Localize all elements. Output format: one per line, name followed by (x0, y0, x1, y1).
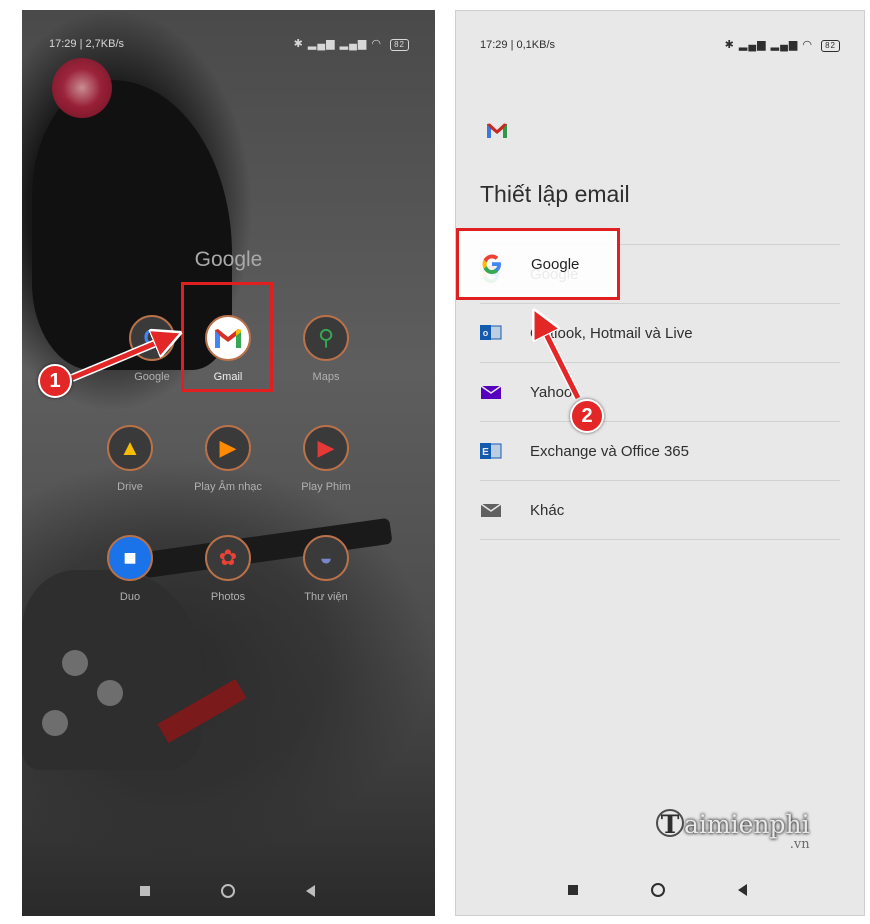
provider-label: Khác (530, 502, 565, 519)
bluetooth-icon: ✱ (724, 39, 735, 51)
app-gallery[interactable]: ◒ Thư viện (281, 535, 371, 603)
home-button[interactable] (651, 883, 665, 897)
step-badge-2: 2 (570, 399, 604, 433)
app-play-movies[interactable]: ▶ Play Phim (281, 425, 371, 493)
signal-icon: ▂▄▆ (770, 39, 799, 51)
app-label: Play Âm nhạc (194, 481, 262, 493)
nav-bar (456, 865, 864, 915)
provider-label: Exchange và Office 365 (530, 443, 689, 460)
photos-icon: ✿ (205, 535, 251, 581)
app-duo[interactable]: ■ Duo (85, 535, 175, 603)
right-phone-screen: 17:29 | 0,1KB/s ✱ ▂▄▆ ▂▄▆ ◠ 82 Thiết lập… (455, 10, 865, 916)
signal-icon: ▂▄▆ (738, 39, 767, 51)
recent-apps-button[interactable] (140, 886, 150, 896)
left-phone-screen: 17:29 | 2,7KB/s ✱ ▂▄▆ ▂▄▆ ◠ 82 Google G … (22, 10, 435, 916)
play-movies-icon: ▶ (303, 425, 349, 471)
signal-icon: ▂▄▆ (339, 38, 368, 50)
home-button[interactable] (221, 884, 235, 898)
exchange-icon: E (480, 443, 502, 459)
battery-icon: 82 (390, 39, 409, 51)
watermark: Taimienphi .vn (656, 809, 810, 852)
watermark-text: aimienphi (684, 810, 810, 839)
play-music-icon: ▶ (205, 425, 251, 471)
recent-apps-button[interactable] (568, 885, 578, 895)
folder-title: Google (194, 248, 263, 271)
battery-icon: 82 (821, 40, 840, 52)
bluetooth-icon: ✱ (293, 38, 304, 50)
app-drive[interactable]: ▲ Drive (85, 425, 175, 493)
provider-label: Yahoo (530, 384, 573, 401)
google-g-icon (482, 254, 501, 274)
google-icon: G (129, 315, 175, 361)
app-label: Play Phim (301, 481, 351, 493)
provider-other[interactable]: Khác (480, 481, 840, 540)
wallpaper-blossom (42, 710, 68, 736)
app-label: Maps (312, 371, 340, 383)
google-highlight-box: Google (456, 228, 620, 300)
status-icons: ✱ ▂▄▆ ▂▄▆ ◠ 82 (294, 36, 409, 52)
app-play-music[interactable]: ▶ Play Âm nhạc (183, 425, 273, 493)
duo-icon: ■ (107, 535, 153, 581)
wallpaper-flower (52, 58, 112, 118)
watermark-tld: .vn (789, 837, 810, 852)
svg-text:E: E (482, 447, 489, 458)
back-button[interactable] (738, 884, 747, 896)
back-button[interactable] (306, 885, 315, 897)
wallpaper-blossom (97, 680, 123, 706)
app-label: Drive (117, 481, 143, 493)
highlight-label: Google (531, 256, 580, 273)
status-time: 17:29 | 0,1KB/s (480, 39, 556, 51)
status-icons: ✱ ▂▄▆ ▂▄▆ ◠ 82 (725, 37, 840, 53)
app-photos[interactable]: ✿ Photos (183, 535, 273, 603)
signal-icon: ▂▄▆ (307, 38, 336, 50)
mail-icon (480, 503, 502, 517)
app-maps[interactable]: ⚲ Maps (281, 315, 371, 383)
page-title: Thiết lập email (480, 181, 630, 207)
svg-text:o: o (483, 328, 489, 338)
outlook-icon: o (480, 325, 502, 340)
status-bar: 17:29 | 2,7KB/s ✱ ▂▄▆ ▂▄▆ ◠ 82 (49, 36, 409, 52)
drive-icon: ▲ (107, 425, 153, 471)
status-time: 17:29 | 2,7KB/s (49, 38, 125, 50)
step-badge-1: 1 (38, 364, 72, 398)
gallery-icon: ◒ (303, 535, 349, 581)
wifi-icon: ◠ (371, 38, 383, 50)
gmail-logo-icon (486, 123, 508, 144)
app-label: Photos (210, 591, 246, 603)
gmail-highlight-box (181, 282, 273, 392)
provider-yahoo[interactable]: Yahoo (480, 363, 840, 422)
app-label: Thư viện (304, 591, 348, 603)
provider-label: Outlook, Hotmail và Live (530, 325, 693, 342)
maps-icon: ⚲ (303, 315, 349, 361)
app-label: Duo (119, 591, 141, 603)
watermark-logo-icon: T (656, 809, 684, 839)
wifi-icon: ◠ (802, 39, 814, 51)
provider-exchange[interactable]: E Exchange và Office 365 (480, 422, 840, 481)
nav-bar (22, 866, 435, 916)
status-bar: 17:29 | 0,1KB/s ✱ ▂▄▆ ▂▄▆ ◠ 82 (480, 37, 840, 53)
yahoo-mail-icon (480, 385, 502, 399)
wallpaper-blossom (62, 650, 88, 676)
provider-outlook[interactable]: o Outlook, Hotmail và Live (480, 304, 840, 363)
